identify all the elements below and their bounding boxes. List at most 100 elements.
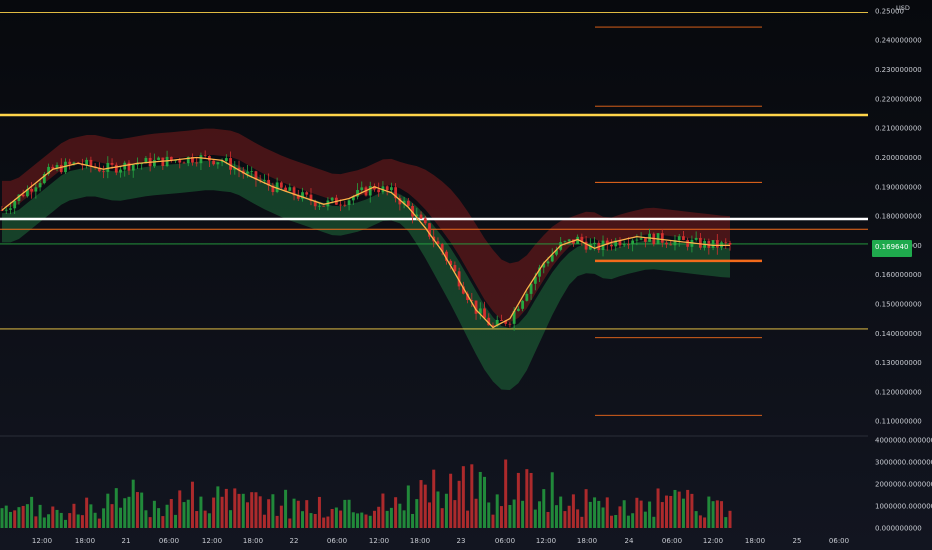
volume-bar: [347, 499, 351, 528]
price-tick-label: 0.200000000: [875, 154, 922, 162]
volume-bar: [656, 488, 660, 528]
volume-bar: [643, 511, 647, 528]
volume-bar: [508, 504, 512, 528]
volume-bar: [703, 517, 707, 528]
volume-bar: [593, 497, 597, 528]
volume-bar: [614, 514, 618, 528]
time-tick-label: 23: [457, 537, 466, 545]
time-tick-label: 24: [625, 537, 634, 545]
volume-bar: [93, 512, 97, 528]
volume-tick-label: 1000000.000000000: [875, 503, 932, 511]
price-tick-label: 0.110000000: [875, 418, 922, 426]
volume-bar: [140, 492, 144, 528]
volume-bar: [512, 499, 516, 528]
volume-bar: [271, 494, 275, 528]
volume-tick-label: 0.000000000: [875, 525, 922, 533]
volume-bar: [694, 511, 698, 528]
volume-bar: [609, 515, 613, 528]
volume-bar: [322, 517, 326, 528]
volume-bar: [487, 502, 491, 528]
volume-bar: [258, 496, 262, 528]
price-tick-label: 0.150000000: [875, 300, 922, 308]
volume-bar: [372, 510, 376, 528]
volume-tick-label: 4000000.000000000: [875, 437, 932, 445]
volume-bar: [186, 499, 190, 528]
volume-bar: [148, 517, 152, 528]
volume-bar: [72, 503, 76, 528]
volume-bar: [381, 493, 385, 528]
time-tick-label: 06:00: [159, 537, 179, 545]
volume-bar: [47, 514, 51, 528]
volume-bar: [605, 497, 609, 528]
volume-bar: [229, 510, 233, 528]
volume-bar: [483, 476, 487, 528]
volume-bar: [419, 480, 423, 528]
volume-bar: [626, 515, 630, 528]
time-tick-label: 06:00: [327, 537, 347, 545]
volume-bar: [76, 514, 80, 528]
candlestick-chart[interactable]: 0.250000.2400000000.2300000000.220000000…: [0, 0, 932, 550]
volume-bar: [59, 512, 63, 528]
volume-bar: [313, 513, 317, 528]
volume-bar: [377, 506, 381, 528]
volume-bar: [580, 516, 584, 528]
time-tick-label: 18:00: [745, 537, 765, 545]
volume-bar: [25, 504, 29, 528]
volume-bar: [457, 480, 461, 528]
volume-bar: [334, 507, 338, 528]
volume-bar: [660, 502, 664, 528]
volume-bar: [326, 516, 330, 528]
volume-bar: [110, 504, 114, 528]
currency-label: USD: [896, 4, 910, 12]
volume-bar: [174, 514, 178, 528]
volume-bar: [550, 472, 554, 528]
volume-bar: [389, 507, 393, 528]
price-tick-label: 0.120000000: [875, 388, 922, 396]
volume-bar: [106, 493, 110, 528]
volume-bar: [152, 500, 156, 528]
volume-bar: [216, 486, 220, 528]
volume-bar: [677, 491, 681, 528]
volume-bar: [686, 489, 690, 528]
volume-bar: [85, 497, 89, 528]
volume-bar: [618, 506, 622, 528]
volume-bar: [563, 511, 567, 528]
volume-bar: [279, 505, 283, 528]
volume-bar: [427, 502, 431, 528]
volume-bar: [38, 504, 42, 528]
volume-bar: [127, 496, 131, 528]
volume-bar: [317, 496, 321, 528]
time-tick-label: 12:00: [703, 537, 723, 545]
time-tick-label: 12:00: [369, 537, 389, 545]
volume-bar: [119, 507, 123, 528]
volume-bar: [690, 493, 694, 528]
volume-bar: [444, 493, 448, 528]
volume-bar: [698, 515, 702, 528]
volume-bar: [669, 495, 673, 528]
time-tick-label: 21: [122, 537, 131, 545]
volume-bar: [343, 499, 347, 528]
volume-bar: [284, 489, 288, 528]
time-tick-label: 18:00: [243, 537, 263, 545]
volume-bar: [368, 515, 372, 528]
volume-bar: [245, 502, 249, 528]
volume-bar: [233, 488, 237, 528]
price-tick-label: 0.220000000: [875, 95, 922, 103]
volume-bar: [538, 501, 542, 528]
volume-bar: [601, 507, 605, 528]
time-tick-label: 18:00: [410, 537, 430, 545]
volume-bar: [584, 489, 588, 528]
volume-bar: [631, 513, 635, 528]
volume-bar: [546, 511, 550, 528]
volume-bar: [34, 516, 38, 528]
time-tick-label: 06:00: [662, 537, 682, 545]
price-axis[interactable]: 0.250000.2400000000.2300000000.220000000…: [875, 7, 922, 425]
volume-bar: [254, 492, 258, 528]
volume-bar: [203, 510, 207, 528]
volume-bar: [478, 471, 482, 528]
volume-bar: [144, 510, 148, 528]
volume-bar: [622, 500, 626, 528]
volume-bar: [157, 508, 161, 528]
volume-bar: [571, 494, 575, 528]
volume-bar: [237, 493, 241, 528]
